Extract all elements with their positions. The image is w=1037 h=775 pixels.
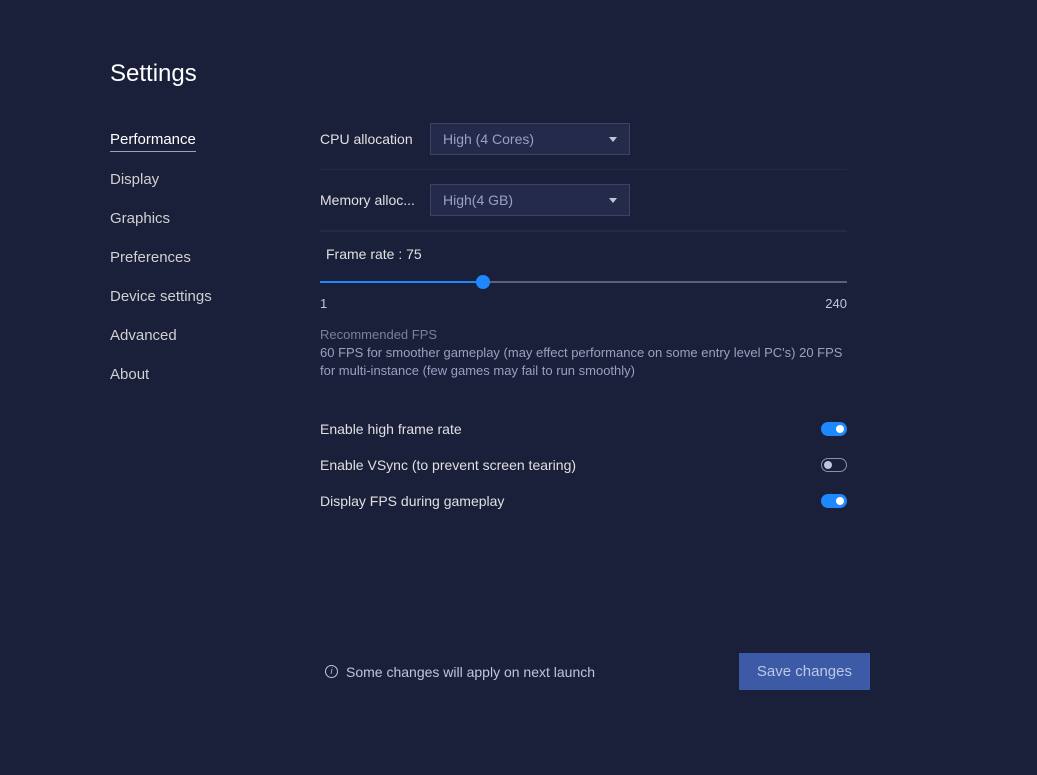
slider-min-label: 1 [320,296,327,311]
slider-thumb[interactable] [476,275,490,289]
footer-note-text: Some changes will apply on next launch [346,664,595,680]
footer-note: i Some changes will apply on next launch [325,664,595,680]
main-content: CPU allocation High (4 Cores) Memory all… [320,123,1037,519]
cpu-allocation-label: CPU allocation [320,131,430,147]
info-icon: i [325,665,338,678]
sidebar: Performance Display Graphics Preferences… [110,123,320,519]
chevron-down-icon [609,198,617,203]
sidebar-item-advanced[interactable]: Advanced [110,319,177,352]
slider-max-label: 240 [825,296,847,311]
toggle-knob [836,497,844,505]
frame-rate-label: Frame rate : 75 [320,246,847,262]
sidebar-item-graphics[interactable]: Graphics [110,202,170,235]
toggle-knob [824,461,832,469]
sidebar-item-display[interactable]: Display [110,163,159,196]
cpu-allocation-select[interactable]: High (4 Cores) [430,123,630,155]
sidebar-item-preferences[interactable]: Preferences [110,241,191,274]
enable-vsync-toggle[interactable] [821,458,847,472]
enable-high-frame-rate-toggle[interactable] [821,422,847,436]
toggle-knob [836,425,844,433]
frame-rate-slider[interactable] [320,272,847,292]
recommended-fps-title: Recommended FPS [320,327,847,342]
sidebar-item-device-settings[interactable]: Device settings [110,280,212,313]
save-changes-button[interactable]: Save changes [739,653,870,690]
enable-vsync-label: Enable VSync (to prevent screen tearing) [320,457,576,473]
page-title: Settings [110,60,1037,88]
display-fps-toggle[interactable] [821,494,847,508]
slider-fill [320,281,483,283]
sidebar-item-performance[interactable]: Performance [110,123,196,152]
chevron-down-icon [609,137,617,142]
cpu-allocation-value: High (4 Cores) [443,131,534,147]
memory-allocation-value: High(4 GB) [443,192,513,208]
memory-allocation-select[interactable]: High(4 GB) [430,184,630,216]
enable-high-frame-rate-label: Enable high frame rate [320,421,462,437]
memory-allocation-label: Memory alloc... [320,192,430,208]
recommended-fps-text: 60 FPS for smoother gameplay (may effect… [320,344,847,379]
display-fps-label: Display FPS during gameplay [320,493,504,509]
sidebar-item-about[interactable]: About [110,358,149,391]
